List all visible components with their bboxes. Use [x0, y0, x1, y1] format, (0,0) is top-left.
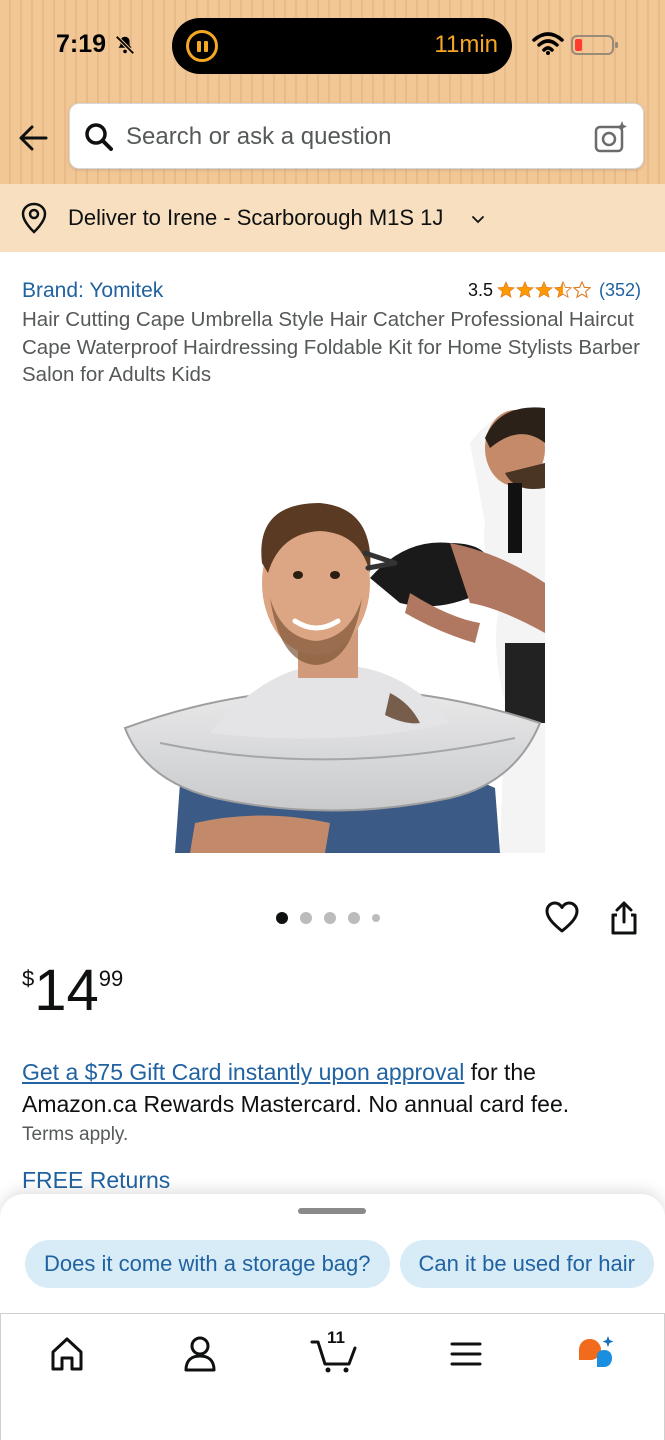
star-full-icon	[515, 281, 534, 298]
share-icon[interactable]	[608, 900, 640, 936]
sheet-drag-handle[interactable]	[298, 1208, 366, 1214]
star-full-icon	[496, 281, 515, 298]
account-icon[interactable]	[178, 1334, 222, 1374]
brand-link[interactable]: Brand: Yomitek	[22, 279, 163, 303]
terms-text: Terms apply.	[22, 1124, 129, 1145]
menu-icon[interactable]	[444, 1334, 488, 1374]
location-pin-icon	[21, 202, 47, 234]
suggestion-chip[interactable]: Does it come with a storage bag?	[25, 1240, 390, 1288]
carousel-dot-2[interactable]	[300, 912, 312, 924]
rating-summary[interactable]: 3.5 (352)	[468, 278, 641, 302]
carousel-dot-4[interactable]	[348, 912, 360, 924]
rufus-assistant-icon[interactable]	[575, 1334, 619, 1374]
carousel-dot-3[interactable]	[324, 912, 336, 924]
header: 7:19 11min	[0, 0, 665, 184]
image-carousel-dots[interactable]	[276, 912, 380, 924]
deliver-to-text: Deliver to Irene - Scarborough M1S 1J	[68, 205, 444, 230]
suggestion-chips: Does it come with a storage bag? Can it b…	[25, 1240, 665, 1290]
back-arrow-icon[interactable]	[16, 120, 52, 156]
rating-value: 3.5	[467, 279, 493, 300]
search-box[interactable]	[69, 103, 644, 169]
search-icon	[85, 123, 113, 151]
product-image[interactable]	[120, 403, 545, 853]
price-whole: 14	[34, 958, 99, 1023]
price-fraction: 99	[98, 966, 124, 991]
search-input[interactable]	[126, 118, 586, 156]
card-promo: Get a $75 Gift Card instantly upon appro…	[22, 1056, 642, 1120]
carousel-dot-1[interactable]	[276, 912, 288, 924]
rufus-suggestions-sheet[interactable]: Does it come with a storage bag? Can it b…	[0, 1194, 665, 1314]
price: $ 14 99	[22, 960, 123, 1022]
suggestion-chip[interactable]: Can it be used for hair	[399, 1240, 654, 1288]
heart-icon[interactable]	[544, 900, 580, 934]
deliver-to-bar[interactable]: Deliver to Irene - Scarborough M1S 1J	[0, 184, 665, 252]
chevron-down-icon	[472, 216, 484, 224]
status-time: 7:19	[56, 30, 107, 58]
free-returns-link[interactable]: FREE Returns	[22, 1167, 170, 1194]
wifi-icon	[532, 32, 564, 55]
camera-search-icon[interactable]	[593, 119, 629, 155]
carousel-dot-5[interactable]	[372, 914, 380, 922]
star-empty-icon	[572, 281, 591, 299]
price-currency: $	[22, 966, 35, 991]
star-rating	[496, 281, 591, 299]
bottom-tab-bar: 11	[0, 1313, 665, 1440]
home-icon[interactable]	[45, 1334, 89, 1374]
dynamic-island[interactable]: 11min	[172, 18, 512, 74]
battery-low-icon	[571, 35, 618, 55]
bell-slash-icon	[115, 35, 135, 55]
rating-count[interactable]: (352)	[599, 280, 641, 301]
cart-count-badge: 11	[327, 1328, 345, 1347]
gift-card-promo-link[interactable]: Get a $75 Gift Card instantly upon appro…	[22, 1059, 464, 1085]
pause-icon	[186, 30, 218, 62]
star-half-icon	[553, 281, 572, 299]
live-activity-timer: 11min	[434, 31, 498, 58]
star-full-icon	[534, 281, 553, 298]
product-title: Hair Cutting Cape Umbrella Style Hair Ca…	[22, 308, 640, 386]
